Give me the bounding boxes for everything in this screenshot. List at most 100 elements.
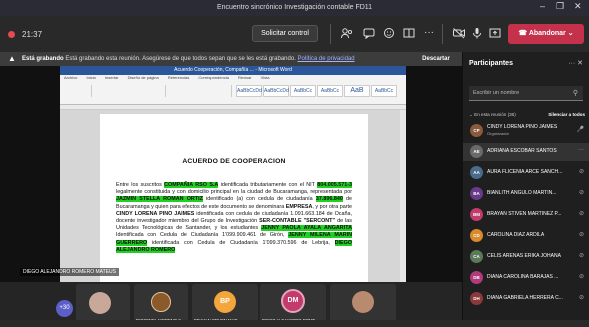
participant-tile[interactable]: DM DIEGO ALEJANDRO ROME... xyxy=(260,284,326,324)
avatar-photo xyxy=(352,291,374,313)
avatar-photo xyxy=(89,292,111,314)
participant-avatar: AA xyxy=(470,166,483,179)
word-tab[interactable]: Vista xyxy=(261,75,270,80)
rooms-icon[interactable] xyxy=(402,26,416,40)
more-participants-badge[interactable]: +30 xyxy=(56,300,73,317)
word-tab[interactable]: Revisar xyxy=(238,75,252,80)
paragraph-group xyxy=(168,85,232,97)
participant-item[interactable]: AA AURA FLICENIA ARCE SANCH... ⊘ xyxy=(463,164,589,182)
participant-name: ADRIANA ESCOBAR SANTOS xyxy=(487,148,557,154)
avatar-photo xyxy=(151,292,171,312)
muted-mic-icon: ⊘ xyxy=(578,232,584,238)
participant-item[interactable]: BA BIANLITH ANGULO MARTIN... ⊘ xyxy=(463,185,589,203)
minimize-icon[interactable]: – xyxy=(540,1,545,11)
warning-icon: ▲ xyxy=(8,54,16,63)
participant-item[interactable]: CP CINDY LORENA PINO JAIMES Organizador … xyxy=(463,122,589,140)
participant-avatar: DH xyxy=(470,292,483,305)
share-screen-icon[interactable] xyxy=(488,26,502,40)
word-tab[interactable]: Inicio xyxy=(86,75,95,80)
leave-button[interactable]: ☎ Abandonar ⌄ xyxy=(508,24,584,44)
participant-name: CAROLINA DIAZ ARDILA xyxy=(487,232,545,238)
participants-icon[interactable] xyxy=(340,26,354,40)
style-subtitle[interactable]: AaBbCc xyxy=(371,85,397,97)
style-normal[interactable]: AaBbCcDd xyxy=(236,85,262,97)
microphone-icon[interactable] xyxy=(470,26,484,40)
mute-all-button[interactable]: Silenciar a todos xyxy=(548,112,585,117)
phone-hangup-icon: ☎ xyxy=(518,30,529,37)
word-tab[interactable]: Diseño de página xyxy=(128,75,159,80)
chat-icon[interactable] xyxy=(362,26,376,40)
dismiss-button[interactable]: Descartar xyxy=(412,52,460,66)
participant-name: BRAYAN STIVEN MARTINEZ P... xyxy=(487,211,562,217)
reactions-icon[interactable] xyxy=(382,26,396,40)
in-meeting-section[interactable]: ⌄ En esta reunión (36) xyxy=(469,112,516,118)
privacy-policy-link[interactable]: Política de privacidad xyxy=(298,56,355,62)
participant-avatar: CA xyxy=(470,250,483,263)
word-tab[interactable]: Insertar xyxy=(105,75,119,80)
word-tab[interactable]: Archivo xyxy=(64,75,77,80)
chevron-down-icon[interactable]: ⌄ xyxy=(568,30,574,37)
banner-text: Está grabando esta reunión. Asegúrese de… xyxy=(65,56,296,62)
leave-label: Abandonar xyxy=(528,30,566,37)
participant-name: DIANA CAROLINA BARAJAS ... xyxy=(487,274,559,280)
ruler xyxy=(60,105,406,110)
participant-name: DIANA GABRIELA HERRERA C... xyxy=(487,295,563,301)
participant-avatar: AE xyxy=(470,145,483,158)
participant-tile[interactable]: BP BRAYAN STIVEN MAR... xyxy=(192,284,258,324)
shared-screen: Acuerdo Cooperación, Compañía ... - Micr… xyxy=(0,66,462,282)
close-icon[interactable]: ✕ xyxy=(574,1,582,12)
participant-tile[interactable] xyxy=(330,284,396,324)
recording-icon xyxy=(8,31,15,38)
muted-mic-icon: ⊘ xyxy=(578,169,584,175)
document-heading: ACUERDO DE COOPERACION xyxy=(182,158,286,165)
style-title[interactable]: AaB xyxy=(344,85,370,97)
search-placeholder: Escribir un nombre xyxy=(473,90,520,96)
presenter-label: DIEGO ALEJANDRO ROMERO MATEUS xyxy=(20,268,119,276)
style-heading-2[interactable]: AaBbCc xyxy=(317,85,343,97)
participant-avatar: CP xyxy=(470,124,483,137)
font-group xyxy=(94,85,166,97)
word-tab[interactable]: Referencias xyxy=(168,75,189,80)
participant-name: CINDY LORENA PINO JAIMES xyxy=(487,124,558,130)
participant-name: BIANLITH ANGULO MARTIN... xyxy=(487,190,557,196)
participant-item[interactable]: CA CELIS ARENAS ERIKA JOHANA ⊘ xyxy=(463,248,589,266)
maximize-icon[interactable]: ❐ xyxy=(556,1,564,12)
word-scrollbar[interactable] xyxy=(400,110,406,282)
avatar-initials: DM xyxy=(281,289,305,313)
style-heading-1[interactable]: AaBbCc xyxy=(290,85,316,97)
word-title: Acuerdo Cooperación, Compañía ... - Micr… xyxy=(60,66,406,75)
request-control-button[interactable]: Solicitar control xyxy=(252,25,318,42)
participant-tile[interactable] xyxy=(76,284,130,324)
word-ribbon: AaBbCcDd AaBbCcDd AaBbCc AaBbCc AaB AaBb… xyxy=(60,81,406,105)
microphone-icon: 🎤 xyxy=(576,127,584,133)
participant-item[interactable]: CD CAROLINA DIAZ ARDILA ⊘ xyxy=(463,227,589,245)
word-tab[interactable]: Correspondencia xyxy=(198,75,228,80)
style-no-spacing[interactable]: AaBbCcDd xyxy=(263,85,289,97)
participant-avatar: CD xyxy=(470,229,483,242)
participant-search-input[interactable]: Escribir un nombre ⚲ xyxy=(469,86,583,101)
participant-avatar: BM xyxy=(470,208,483,221)
clipboard-group xyxy=(62,85,92,97)
meeting-timer: 21:37 xyxy=(22,30,43,39)
camera-off-icon[interactable] xyxy=(452,26,466,40)
panel-more-icon[interactable]: ··· ✕ xyxy=(568,59,583,67)
participant-item[interactable]: BM BRAYAN STIVEN MARTINEZ P... ⊘ xyxy=(463,206,589,224)
muted-mic-icon: ⊘ xyxy=(578,274,584,280)
participant-item[interactable]: AE ADRIANA ESCOBAR SANTOS ··· xyxy=(463,143,589,161)
participant-avatar: BA xyxy=(470,187,483,200)
recording-banner: ▲ Está grabando Está grabando esta reuni… xyxy=(0,52,462,66)
panel-title: Participantes xyxy=(469,60,513,67)
word-window: Acuerdo Cooperación, Compañía ... - Micr… xyxy=(60,66,406,282)
taskbar xyxy=(0,320,589,327)
more-options-icon[interactable]: ··· xyxy=(578,147,584,153)
muted-mic-icon: ⊘ xyxy=(578,295,584,301)
title-bar: Encuentro sincrónico Investigación conta… xyxy=(0,0,589,16)
muted-mic-icon: ⊘ xyxy=(578,190,584,196)
toolbar-divider xyxy=(330,24,331,44)
more-options-icon[interactable]: ··· xyxy=(422,26,436,40)
participant-tile[interactable]: DIOSENEL MORENO S... xyxy=(134,284,188,324)
participant-item[interactable]: DH DIANA GABRIELA HERRERA C... ⊘ xyxy=(463,290,589,308)
share-link-icon[interactable]: ⚲ xyxy=(573,86,578,101)
participant-item[interactable]: DB DIANA CAROLINA BARAJAS ... ⊘ xyxy=(463,269,589,287)
participants-panel: Participantes ··· ✕ Escribir un nombre ⚲… xyxy=(462,52,589,320)
